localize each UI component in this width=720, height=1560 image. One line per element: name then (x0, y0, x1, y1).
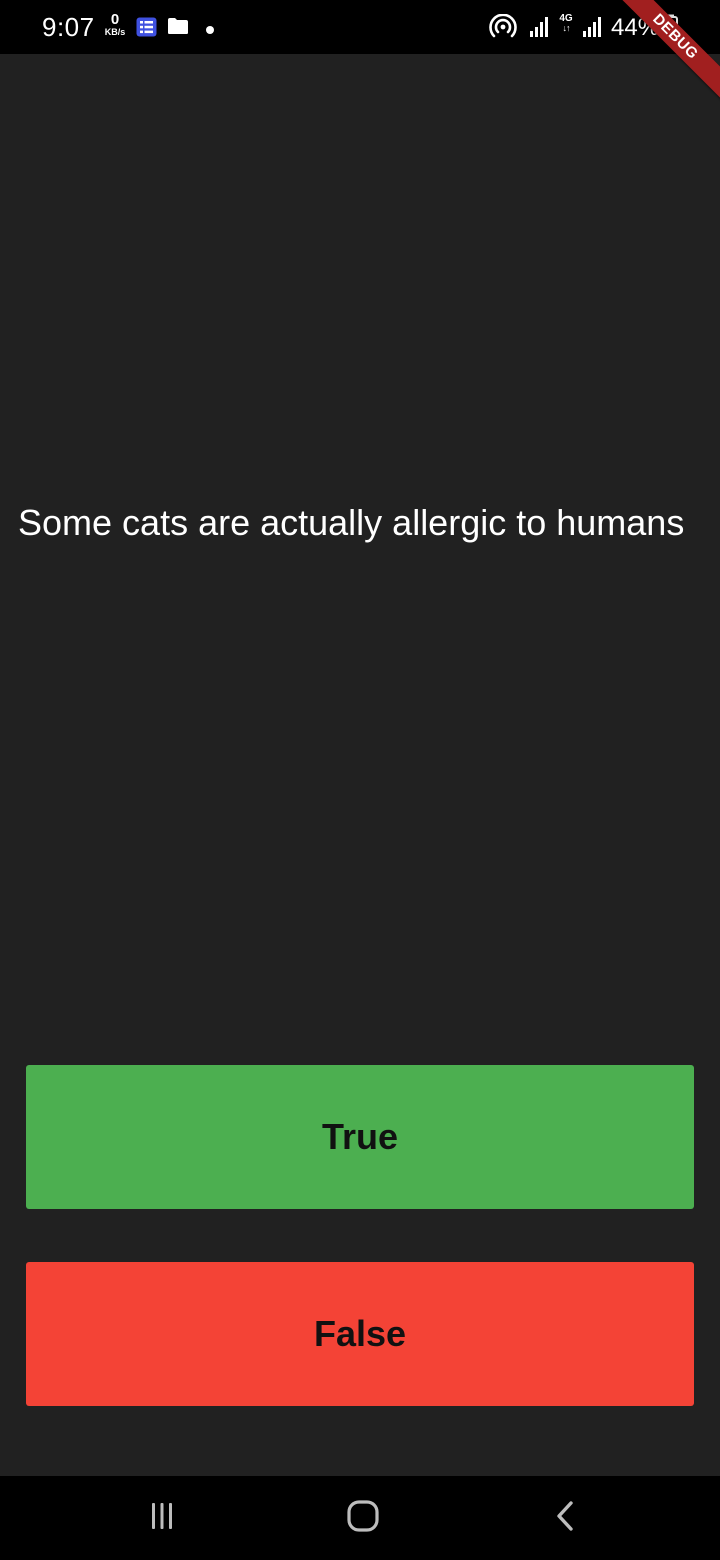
home-icon (346, 1499, 380, 1538)
true-button-label: True (321, 1116, 399, 1157)
quiz-screen: 9:07 0 KB/s 4G ↓↑ 44% DEBUG Some cats ar… (0, 0, 720, 1560)
network-speed-unit: KB/s (104, 27, 126, 37)
network-speed-value: 0 (110, 11, 120, 28)
false-button-label: False (313, 1313, 407, 1354)
home-button[interactable] (341, 1498, 385, 1538)
true-button[interactable]: True (26, 1065, 694, 1209)
recent-apps-button[interactable] (140, 1498, 184, 1538)
back-button[interactable] (543, 1498, 587, 1538)
status-time: 9:07 (42, 12, 95, 42)
false-button[interactable]: False (26, 1262, 694, 1406)
network-activity-arrows: ↓↑ (562, 23, 571, 33)
hotspot-icon (488, 13, 518, 45)
recent-apps-icon (146, 1501, 178, 1536)
notification-dot-icon (205, 22, 215, 40)
question-text: Some cats are actually allergic to human… (18, 502, 685, 543)
network-speed-indicator: 0 KB/s (101, 12, 129, 37)
status-bar: 9:07 0 KB/s 4G ↓↑ 44% (0, 0, 720, 54)
folder-icon (167, 17, 189, 40)
back-icon (553, 1500, 577, 1537)
signal-4g-label: 4G ↓↑ (558, 14, 574, 33)
signal-4g-icon (582, 16, 604, 43)
navigation-bar (0, 1476, 720, 1560)
signal-icon (529, 16, 551, 43)
notes-app-icon (136, 17, 157, 42)
